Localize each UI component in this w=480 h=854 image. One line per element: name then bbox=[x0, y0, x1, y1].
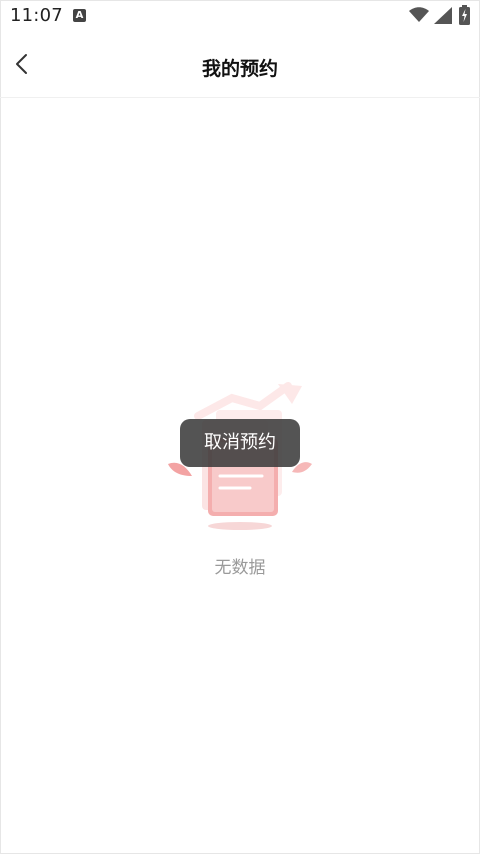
wifi-icon bbox=[409, 7, 429, 22]
navigation-bar: 我的预约 bbox=[0, 34, 480, 98]
header-divider bbox=[0, 97, 480, 98]
battery-icon bbox=[459, 5, 470, 25]
status-time: 11:07 bbox=[10, 5, 63, 26]
status-bar: 11:07 A bbox=[0, 0, 480, 34]
signal-icon bbox=[434, 7, 452, 24]
toast-message: 取消预约 bbox=[180, 419, 300, 467]
page-title: 我的预约 bbox=[201, 58, 278, 80]
notification-app-icon: A bbox=[73, 9, 86, 22]
empty-state-message: 无数据 bbox=[214, 558, 266, 578]
